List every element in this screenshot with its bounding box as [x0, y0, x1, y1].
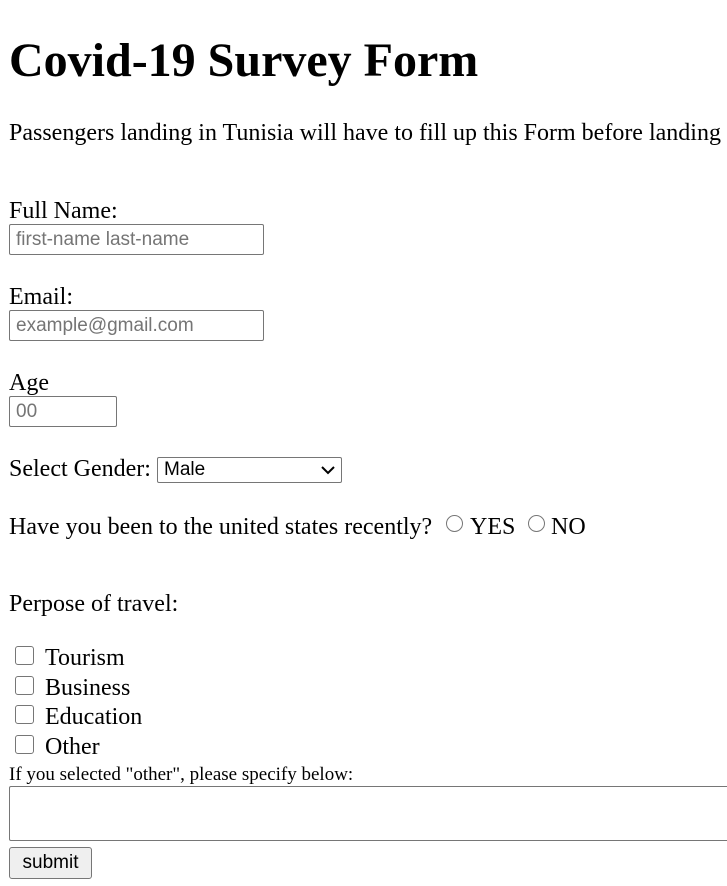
checkbox-other-label: Other — [45, 734, 100, 760]
other-specify-note: If you selected "other", please specify … — [9, 764, 354, 785]
other-specify-textarea[interactable] — [9, 786, 727, 841]
age-label: Age — [9, 370, 49, 396]
full-name-input[interactable] — [9, 224, 264, 255]
radio-no[interactable] — [528, 515, 545, 532]
gender-label: Select Gender: — [9, 456, 151, 482]
checkbox-tourism-label: Tourism — [45, 645, 125, 671]
checkbox-business[interactable] — [15, 676, 34, 695]
page-title: Covid-19 Survey Form — [9, 34, 479, 87]
checkbox-business-label: Business — [45, 675, 131, 701]
us-travel-question: Have you been to the united states recen… — [9, 514, 433, 540]
chevron-down-icon — [321, 466, 335, 475]
checkbox-education[interactable] — [15, 705, 34, 724]
survey-page: Covid-19 Survey Form Passengers landing … — [0, 0, 727, 886]
gender-select[interactable]: Male — [157, 457, 342, 483]
age-input[interactable] — [9, 396, 117, 427]
full-name-label: Full Name: — [9, 198, 118, 224]
email-label: Email: — [9, 284, 73, 310]
email-input[interactable] — [9, 310, 264, 341]
radio-yes[interactable] — [446, 515, 463, 532]
submit-button[interactable]: submit — [9, 847, 92, 879]
intro-text: Passengers landing in Tunisia will have … — [9, 120, 721, 146]
checkbox-education-label: Education — [45, 704, 143, 730]
checkbox-tourism[interactable] — [15, 646, 34, 665]
radio-yes-label: YES — [470, 514, 516, 540]
gender-selected-value: Male — [164, 459, 206, 480]
radio-no-label: NO — [551, 514, 586, 540]
purpose-label: Perpose of travel: — [9, 591, 179, 617]
checkbox-other[interactable] — [15, 735, 34, 754]
